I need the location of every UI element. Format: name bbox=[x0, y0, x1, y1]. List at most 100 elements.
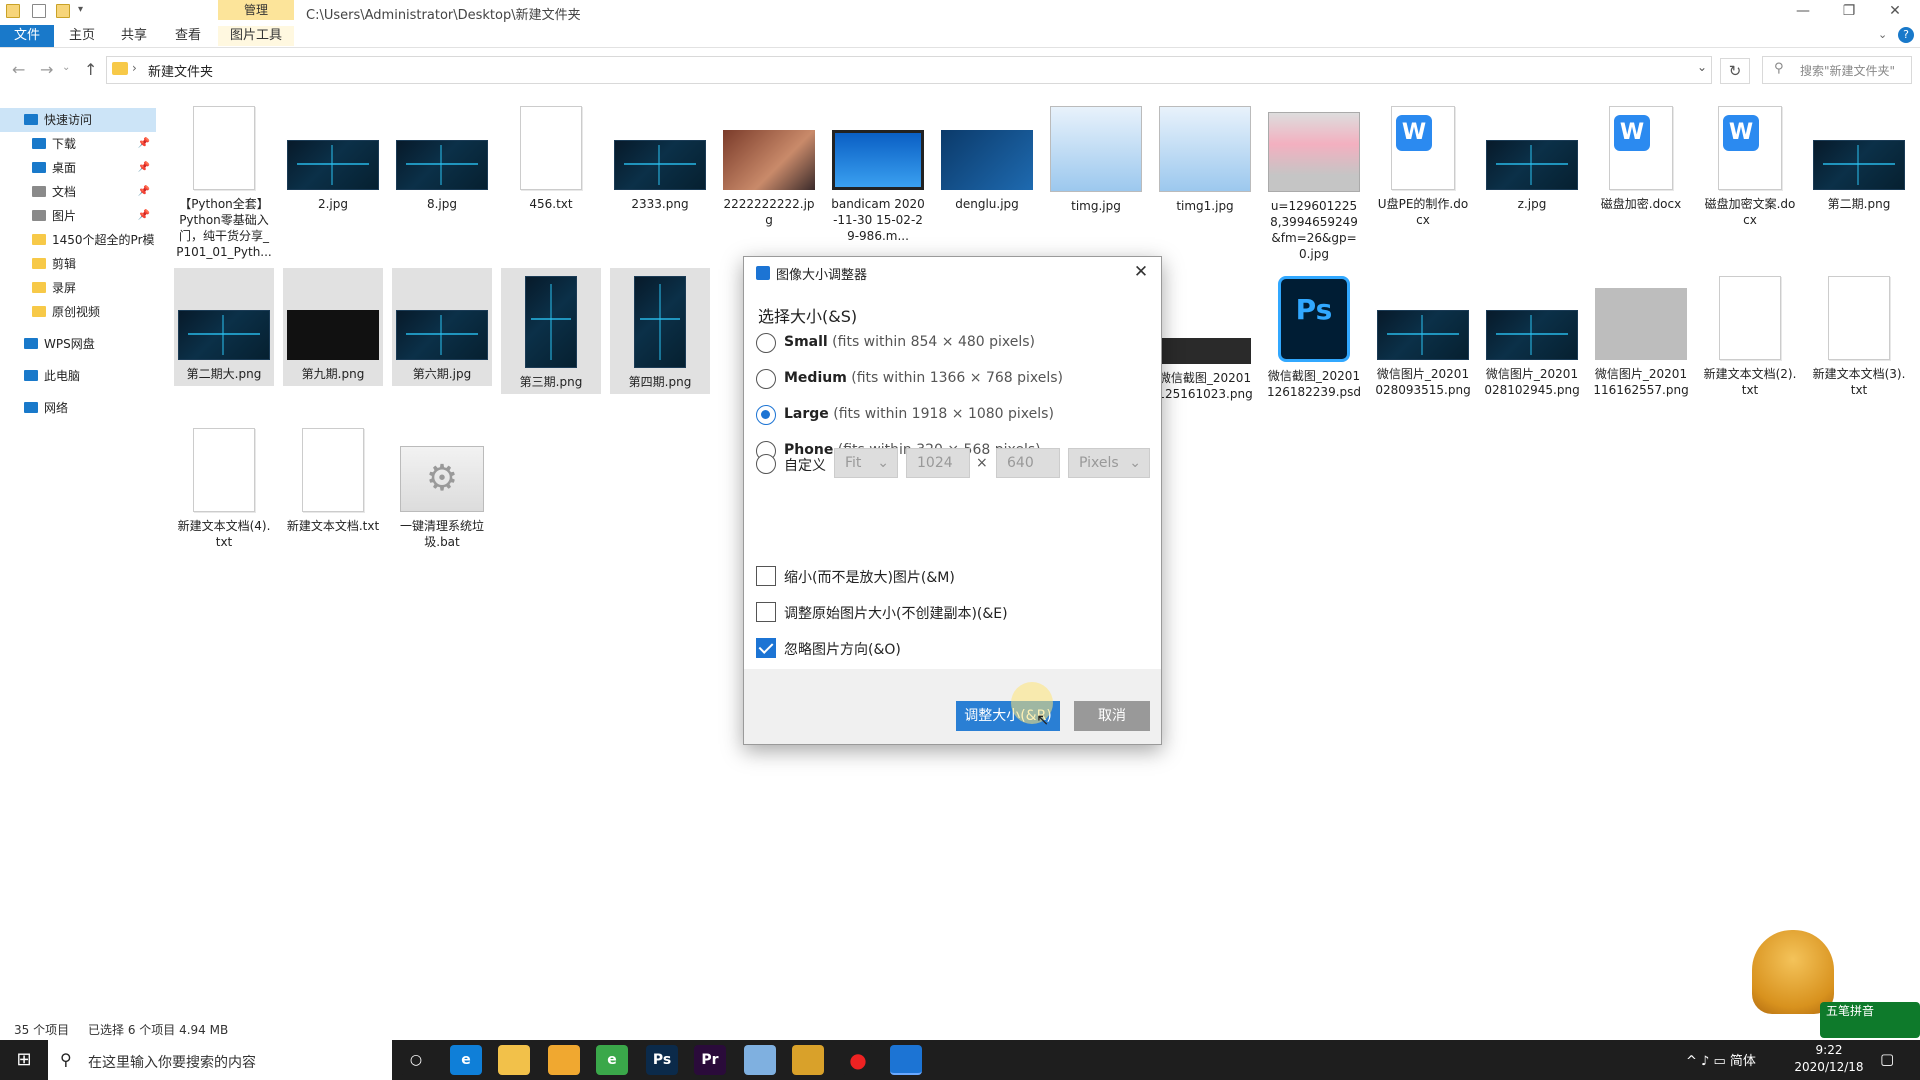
refresh-button[interactable]: ↻ bbox=[1720, 58, 1750, 84]
file-item[interactable]: 第二期.png bbox=[1809, 98, 1909, 216]
radio-medium[interactable] bbox=[756, 369, 776, 389]
file-item[interactable]: 微信截图_20201125161023.png bbox=[1155, 268, 1255, 406]
nav-item-0[interactable]: 快速访问 bbox=[0, 108, 156, 132]
windows-start-icon[interactable]: ⊞ bbox=[0, 1040, 48, 1080]
radio-large[interactable] bbox=[756, 405, 776, 425]
checkbox-0[interactable] bbox=[756, 566, 776, 586]
nav-item-10[interactable]: 此电脑 bbox=[0, 364, 156, 388]
file-item[interactable]: 新建文本文档(2).txt bbox=[1700, 268, 1800, 402]
file-item[interactable]: 第三期.png bbox=[501, 268, 601, 394]
file-item[interactable]: 2222222222.jpg bbox=[719, 98, 819, 232]
checkbox-1[interactable] bbox=[756, 602, 776, 622]
task-view-taskbar-icon[interactable]: ○ bbox=[400, 1045, 432, 1075]
radio-small[interactable] bbox=[756, 333, 776, 353]
minimize-button[interactable]: — bbox=[1780, 0, 1826, 22]
size-option-label[interactable]: Small (fits within 854 × 480 pixels) bbox=[784, 334, 1035, 350]
recorder-taskbar-icon[interactable]: ● bbox=[842, 1045, 874, 1075]
nav-item-5[interactable]: 1450个超全的Pr模 bbox=[0, 228, 156, 252]
tab-picture-tools[interactable]: 图片工具 bbox=[218, 26, 294, 46]
chevron-down-icon[interactable]: ⌄ bbox=[1697, 60, 1707, 74]
app-blue-taskbar-icon[interactable] bbox=[744, 1045, 776, 1075]
file-item[interactable]: ⚙ 一键清理系统垃圾.bat bbox=[392, 420, 492, 554]
app-grid-taskbar-icon[interactable] bbox=[792, 1045, 824, 1075]
file-item[interactable]: bandicam 2020-11-30 15-02-29-986.m... bbox=[828, 98, 928, 248]
file-item[interactable]: 第四期.png bbox=[610, 268, 710, 394]
unit-select[interactable]: Pixels ⌄ bbox=[1068, 448, 1150, 478]
address-path[interactable]: 新建文件夹 bbox=[148, 61, 213, 80]
file-item[interactable]: 微信图片_20201116162557.png bbox=[1591, 268, 1691, 402]
clock[interactable]: 9:22 2020/12/18 bbox=[1774, 1042, 1884, 1076]
tab-manage[interactable]: 管理 bbox=[218, 0, 294, 20]
close-button[interactable]: ✕ bbox=[1872, 0, 1918, 22]
file-item[interactable]: 新建文本文档.txt bbox=[283, 420, 383, 538]
tab-share[interactable]: 共享 bbox=[112, 26, 156, 46]
fit-select[interactable]: Fit ⌄ bbox=[834, 448, 898, 478]
file-item[interactable]: u=1296012258,3994659249&fm=26&gp=0.jpg bbox=[1264, 98, 1364, 266]
nav-item-8[interactable]: 原创视频 bbox=[0, 300, 156, 324]
file-item[interactable]: 第九期.png bbox=[283, 268, 383, 386]
dialog-close-button[interactable]: ✕ bbox=[1126, 260, 1156, 284]
nav-item-11[interactable]: 网络 bbox=[0, 396, 156, 420]
tab-view[interactable]: 查看 bbox=[166, 26, 210, 46]
file-item[interactable]: 8.jpg bbox=[392, 98, 492, 216]
customize-quick-access-icon[interactable]: ▾ bbox=[78, 4, 83, 15]
premiere-taskbar-icon[interactable]: Pr bbox=[694, 1045, 726, 1075]
up-arrow-icon[interactable]: ↑ bbox=[84, 60, 97, 79]
file-item[interactable]: z.jpg bbox=[1482, 98, 1582, 216]
nav-item-6[interactable]: 剪辑 bbox=[0, 252, 156, 276]
help-icon[interactable]: ? bbox=[1898, 27, 1914, 43]
height-input[interactable]: 640 bbox=[996, 448, 1060, 478]
cancel-button[interactable]: 取消 bbox=[1074, 701, 1150, 731]
edge-taskbar-icon[interactable]: e bbox=[450, 1045, 482, 1075]
nav-item-4[interactable]: 图片 📌 bbox=[0, 204, 156, 228]
file-item[interactable]: 456.txt bbox=[501, 98, 601, 216]
file-item[interactable]: 第二期大.png bbox=[174, 268, 274, 386]
file-item[interactable]: 微信图片_20201028102945.png bbox=[1482, 268, 1582, 402]
new-folder-icon[interactable] bbox=[56, 4, 70, 18]
checkbox-2[interactable] bbox=[756, 638, 776, 658]
file-item[interactable]: 【Python全套】Python零基础入门，纯干货分享_P101_01_Pyth… bbox=[174, 98, 274, 264]
ime-toolbar[interactable]: 五笔拼音 bbox=[1820, 1002, 1920, 1038]
width-input[interactable]: 1024 bbox=[906, 448, 970, 478]
nav-item-1[interactable]: 下载 📌 bbox=[0, 132, 156, 156]
checkbox-label[interactable]: 调整原始图片大小(不创建副本)(&E) bbox=[784, 603, 1008, 623]
file-item[interactable]: 2333.png bbox=[610, 98, 710, 216]
file-item[interactable]: timg1.jpg bbox=[1155, 98, 1255, 218]
file-item[interactable]: 微信图片_20201028093515.png bbox=[1373, 268, 1473, 402]
back-arrow-icon[interactable]: ← bbox=[12, 60, 25, 79]
file-item[interactable]: W U盘PE的制作.docx bbox=[1373, 98, 1473, 232]
custom-label[interactable]: 自定义 bbox=[784, 455, 826, 475]
forward-arrow-icon[interactable]: → bbox=[40, 60, 53, 79]
file-item[interactable]: 新建文本文档(3).txt bbox=[1809, 268, 1909, 402]
checkbox-label[interactable]: 忽略图片方向(&O) bbox=[784, 639, 901, 659]
file-item[interactable]: Ps 微信截图_20201126182239.psd bbox=[1264, 268, 1364, 404]
file-item[interactable]: W 磁盘加密文案.docx bbox=[1700, 98, 1800, 232]
tab-home[interactable]: 主页 bbox=[60, 26, 104, 46]
radio-custom[interactable] bbox=[756, 454, 776, 474]
nav-item-7[interactable]: 录屏 bbox=[0, 276, 156, 300]
nav-item-3[interactable]: 文档 📌 bbox=[0, 180, 156, 204]
file-item[interactable]: denglu.jpg bbox=[937, 98, 1037, 216]
file-item[interactable]: 新建文本文档(4).txt bbox=[174, 420, 274, 554]
system-tray[interactable]: ^ ♪ ▭ 简体 bbox=[1686, 1050, 1756, 1069]
file-item[interactable]: W 磁盘加密.docx bbox=[1591, 98, 1691, 216]
recent-locations-icon[interactable]: ⌄ bbox=[62, 62, 70, 73]
size-option-label[interactable]: Medium (fits within 1366 × 768 pixels) bbox=[784, 370, 1063, 386]
app-green-taskbar-icon[interactable]: e bbox=[596, 1045, 628, 1075]
file-item[interactable]: 第六期.jpg bbox=[392, 268, 492, 386]
photoshop-taskbar-icon[interactable]: Ps bbox=[646, 1045, 678, 1075]
file-item[interactable]: 2.jpg bbox=[283, 98, 383, 216]
chevron-right-icon[interactable]: › bbox=[132, 61, 137, 75]
properties-icon[interactable] bbox=[32, 4, 46, 18]
restore-button[interactable]: ❐ bbox=[1826, 0, 1872, 22]
resizer-taskbar-icon[interactable] bbox=[890, 1045, 922, 1075]
notification-icon[interactable]: ▢ bbox=[1880, 1050, 1894, 1068]
store-taskbar-icon[interactable] bbox=[548, 1045, 580, 1075]
address-bar[interactable] bbox=[106, 56, 1712, 84]
file-item[interactable]: timg.jpg bbox=[1046, 98, 1146, 218]
checkbox-label[interactable]: 缩小(而不是放大)图片(&M) bbox=[784, 567, 955, 587]
nav-item-9[interactable]: WPS网盘 bbox=[0, 332, 156, 356]
expand-ribbon-icon[interactable]: ⌄ bbox=[1878, 28, 1887, 41]
nav-item-2[interactable]: 桌面 📌 bbox=[0, 156, 156, 180]
file-explorer-taskbar-icon[interactable] bbox=[498, 1045, 530, 1075]
